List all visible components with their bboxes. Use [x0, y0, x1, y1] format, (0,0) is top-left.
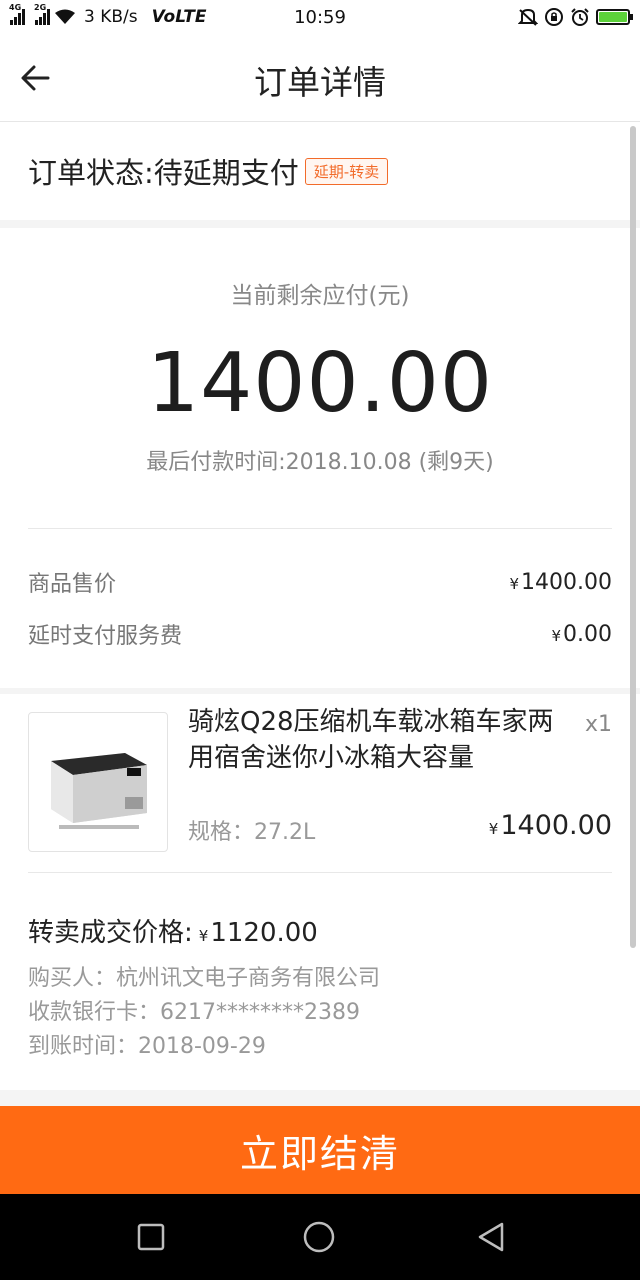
price-row-value: ¥1400.00 [509, 569, 612, 595]
product-price: ¥1400.00 [488, 810, 612, 841]
nav-header: 订单详情 [0, 34, 640, 122]
wifi-icon [55, 9, 75, 24]
signal-icon-1: 4G [9, 3, 25, 25]
product-spec: 规格：27.2L [188, 820, 316, 845]
alarm-icon [571, 8, 589, 26]
status-bar: 4G 2G 3 KB/s VoLTE 10:59 [0, 0, 640, 34]
page-title: 订单详情 [254, 63, 386, 102]
system-nav-bar [0, 1194, 640, 1280]
status-badge: 延期-转卖 [304, 157, 389, 185]
price-row-service-fee: 延时支付服务费 ¥0.00 [28, 618, 612, 650]
divider [28, 872, 612, 873]
product-item[interactable]: 骑炫Q28压缩机车载冰箱车家两用宿舍迷你小冰箱大容量 x1 规格：27.2L ¥… [0, 694, 640, 872]
settle-now-button[interactable]: 立即结清 [0, 1106, 640, 1194]
signal-icon-2: 2G [34, 3, 50, 25]
home-icon[interactable] [302, 1220, 336, 1254]
payment-deadline: 最后付款时间:2018.10.08 (剩9天) [146, 450, 494, 475]
battery-icon [596, 9, 633, 25]
fridge-image [51, 753, 147, 829]
price-row-label: 延时支付服务费 [28, 624, 183, 649]
resale-price: 转卖成交价格: ¥1120.00 [28, 918, 318, 948]
resale-buyer: 购买人：杭州讯文电子商务有限公司 [28, 966, 381, 991]
network-type-2: 2G [34, 3, 47, 12]
scrollbar[interactable] [630, 126, 636, 948]
resale-info: 转卖成交价格: ¥1120.00 购买人：杭州讯文电子商务有限公司 收款银行卡：6… [0, 872, 640, 1090]
product-quantity: x1 [584, 712, 612, 737]
divider [28, 528, 612, 529]
price-row-goods: 商品售价 ¥1400.00 [28, 566, 612, 598]
order-status-section: 订单状态:待延期支付 延期-转卖 [0, 122, 640, 220]
back-nav-icon[interactable] [474, 1220, 508, 1254]
price-row-value: ¥0.00 [551, 621, 612, 647]
recent-apps-icon[interactable] [134, 1220, 168, 1254]
lock-rotation-icon [545, 8, 563, 26]
payment-card: 当前剩余应付(元) 1400.00 最后付款时间:2018.10.08 (剩9天… [0, 228, 640, 688]
network-speed: 3 KB/s [84, 7, 138, 27]
order-status-label: 订单状态:待延期支付 [28, 156, 299, 190]
product-thumbnail[interactable] [28, 712, 168, 852]
resale-bank-card: 收款银行卡：6217********2389 [28, 1000, 360, 1025]
network-type-1: 4G [9, 3, 22, 12]
price-row-label: 商品售价 [28, 572, 117, 597]
remaining-amount: 1400.00 [146, 336, 494, 431]
remaining-label: 当前剩余应付(元) [230, 283, 410, 309]
resale-arrival-time: 到账时间：2018-09-29 [28, 1034, 266, 1059]
product-name[interactable]: 骑炫Q28压缩机车载冰箱车家两用宿舍迷你小冰箱大容量 [188, 704, 568, 776]
volte-indicator: VoLTE [151, 7, 207, 27]
mute-icon [518, 8, 538, 26]
